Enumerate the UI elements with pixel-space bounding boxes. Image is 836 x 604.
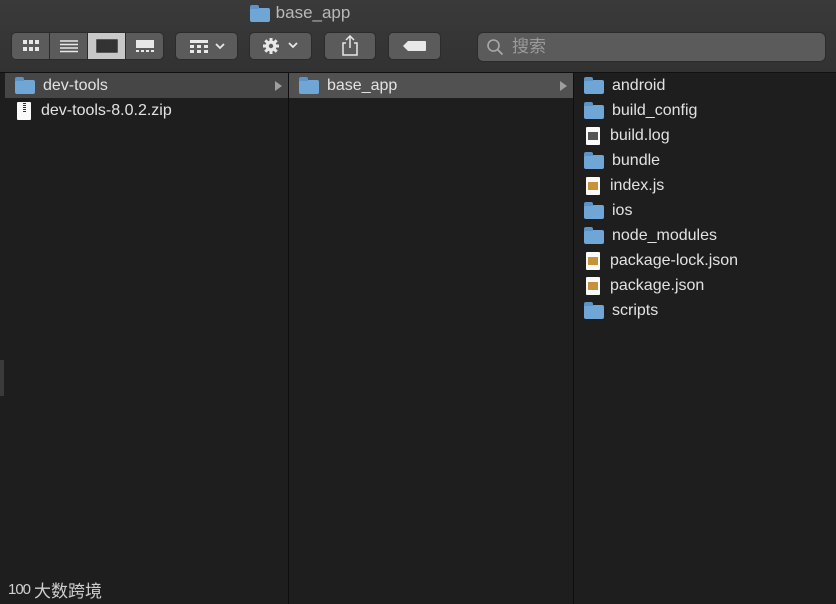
item-label: base_app — [327, 76, 398, 94]
tag-button[interactable] — [388, 32, 441, 60]
share-button[interactable] — [324, 32, 376, 60]
gallery-view-icon — [135, 40, 154, 52]
folder-icon — [249, 4, 270, 22]
list-item[interactable]: node_modules — [574, 223, 836, 248]
column-view-button[interactable] — [88, 33, 126, 59]
column-view-icon — [95, 39, 118, 53]
action-menu-button[interactable] — [249, 32, 312, 60]
column-2: base_app — [289, 73, 574, 604]
list-item[interactable]: package.json — [574, 273, 836, 298]
list-item[interactable]: android — [574, 73, 836, 98]
list-item[interactable]: build_config — [574, 98, 836, 123]
search-field[interactable] — [477, 32, 826, 62]
item-label: dev-tools-8.0.2.zip — [41, 101, 172, 119]
gear-icon — [262, 38, 298, 54]
share-icon — [342, 35, 358, 56]
chevron-right-icon — [275, 81, 282, 91]
list-view-icon — [59, 40, 78, 53]
folder-icon — [584, 102, 604, 119]
icon-view-button[interactable] — [12, 33, 50, 59]
folder-icon — [584, 202, 604, 219]
item-label: ios — [612, 201, 633, 219]
column-1: dev-tools dev-tools-8.0.2.zip — [5, 73, 289, 604]
folder-icon — [15, 77, 35, 94]
item-label: node_modules — [612, 226, 717, 244]
column-resize-handle[interactable] — [0, 360, 4, 396]
group-by-button[interactable] — [175, 32, 238, 60]
list-item[interactable]: base_app — [289, 73, 573, 98]
window-toolbar: base_app — [0, 0, 836, 73]
list-item[interactable]: index.js — [574, 173, 836, 198]
folder-icon — [584, 152, 604, 169]
icon-view-icon — [22, 40, 39, 51]
view-mode-selector — [11, 32, 164, 60]
json-file-icon — [586, 276, 600, 295]
watermark: 100 大数跨境 — [8, 577, 102, 602]
gallery-view-button[interactable] — [126, 33, 163, 59]
item-label: build.log — [610, 126, 670, 144]
log-file-icon — [586, 126, 600, 145]
list-item[interactable]: package-lock.json — [574, 248, 836, 273]
item-label: index.js — [610, 176, 665, 194]
list-item[interactable]: bundle — [574, 148, 836, 173]
item-label: android — [612, 76, 666, 94]
folder-icon — [584, 77, 604, 94]
search-icon — [487, 39, 504, 56]
list-item[interactable]: ios — [574, 198, 836, 223]
list-item[interactable]: dev-tools — [5, 73, 288, 98]
item-label: dev-tools — [43, 76, 108, 94]
group-by-icon — [189, 40, 225, 53]
item-label: package-lock.json — [610, 251, 739, 269]
watermark-logo: 100 — [8, 581, 31, 598]
list-item[interactable]: scripts — [574, 298, 836, 323]
zip-file-icon — [17, 101, 31, 120]
column-3: android build_config build.log bundle in… — [574, 73, 836, 604]
watermark-text: 大数跨境 — [34, 582, 103, 601]
item-label: bundle — [612, 151, 661, 169]
folder-icon — [584, 302, 604, 319]
folder-icon — [584, 227, 604, 244]
list-item[interactable]: build.log — [574, 123, 836, 148]
folder-icon — [299, 77, 319, 94]
item-label: package.json — [610, 276, 705, 294]
list-item[interactable]: dev-tools-8.0.2.zip — [5, 98, 288, 123]
js-file-icon — [586, 176, 600, 195]
chevron-right-icon — [560, 81, 567, 91]
list-view-button[interactable] — [50, 33, 88, 59]
item-label: build_config — [612, 101, 698, 119]
json-file-icon — [586, 251, 600, 270]
window-title-text: base_app — [275, 3, 351, 22]
item-label: scripts — [612, 301, 659, 319]
window-title: base_app — [0, 3, 600, 23]
tag-icon — [402, 41, 426, 51]
search-input[interactable] — [510, 36, 814, 58]
